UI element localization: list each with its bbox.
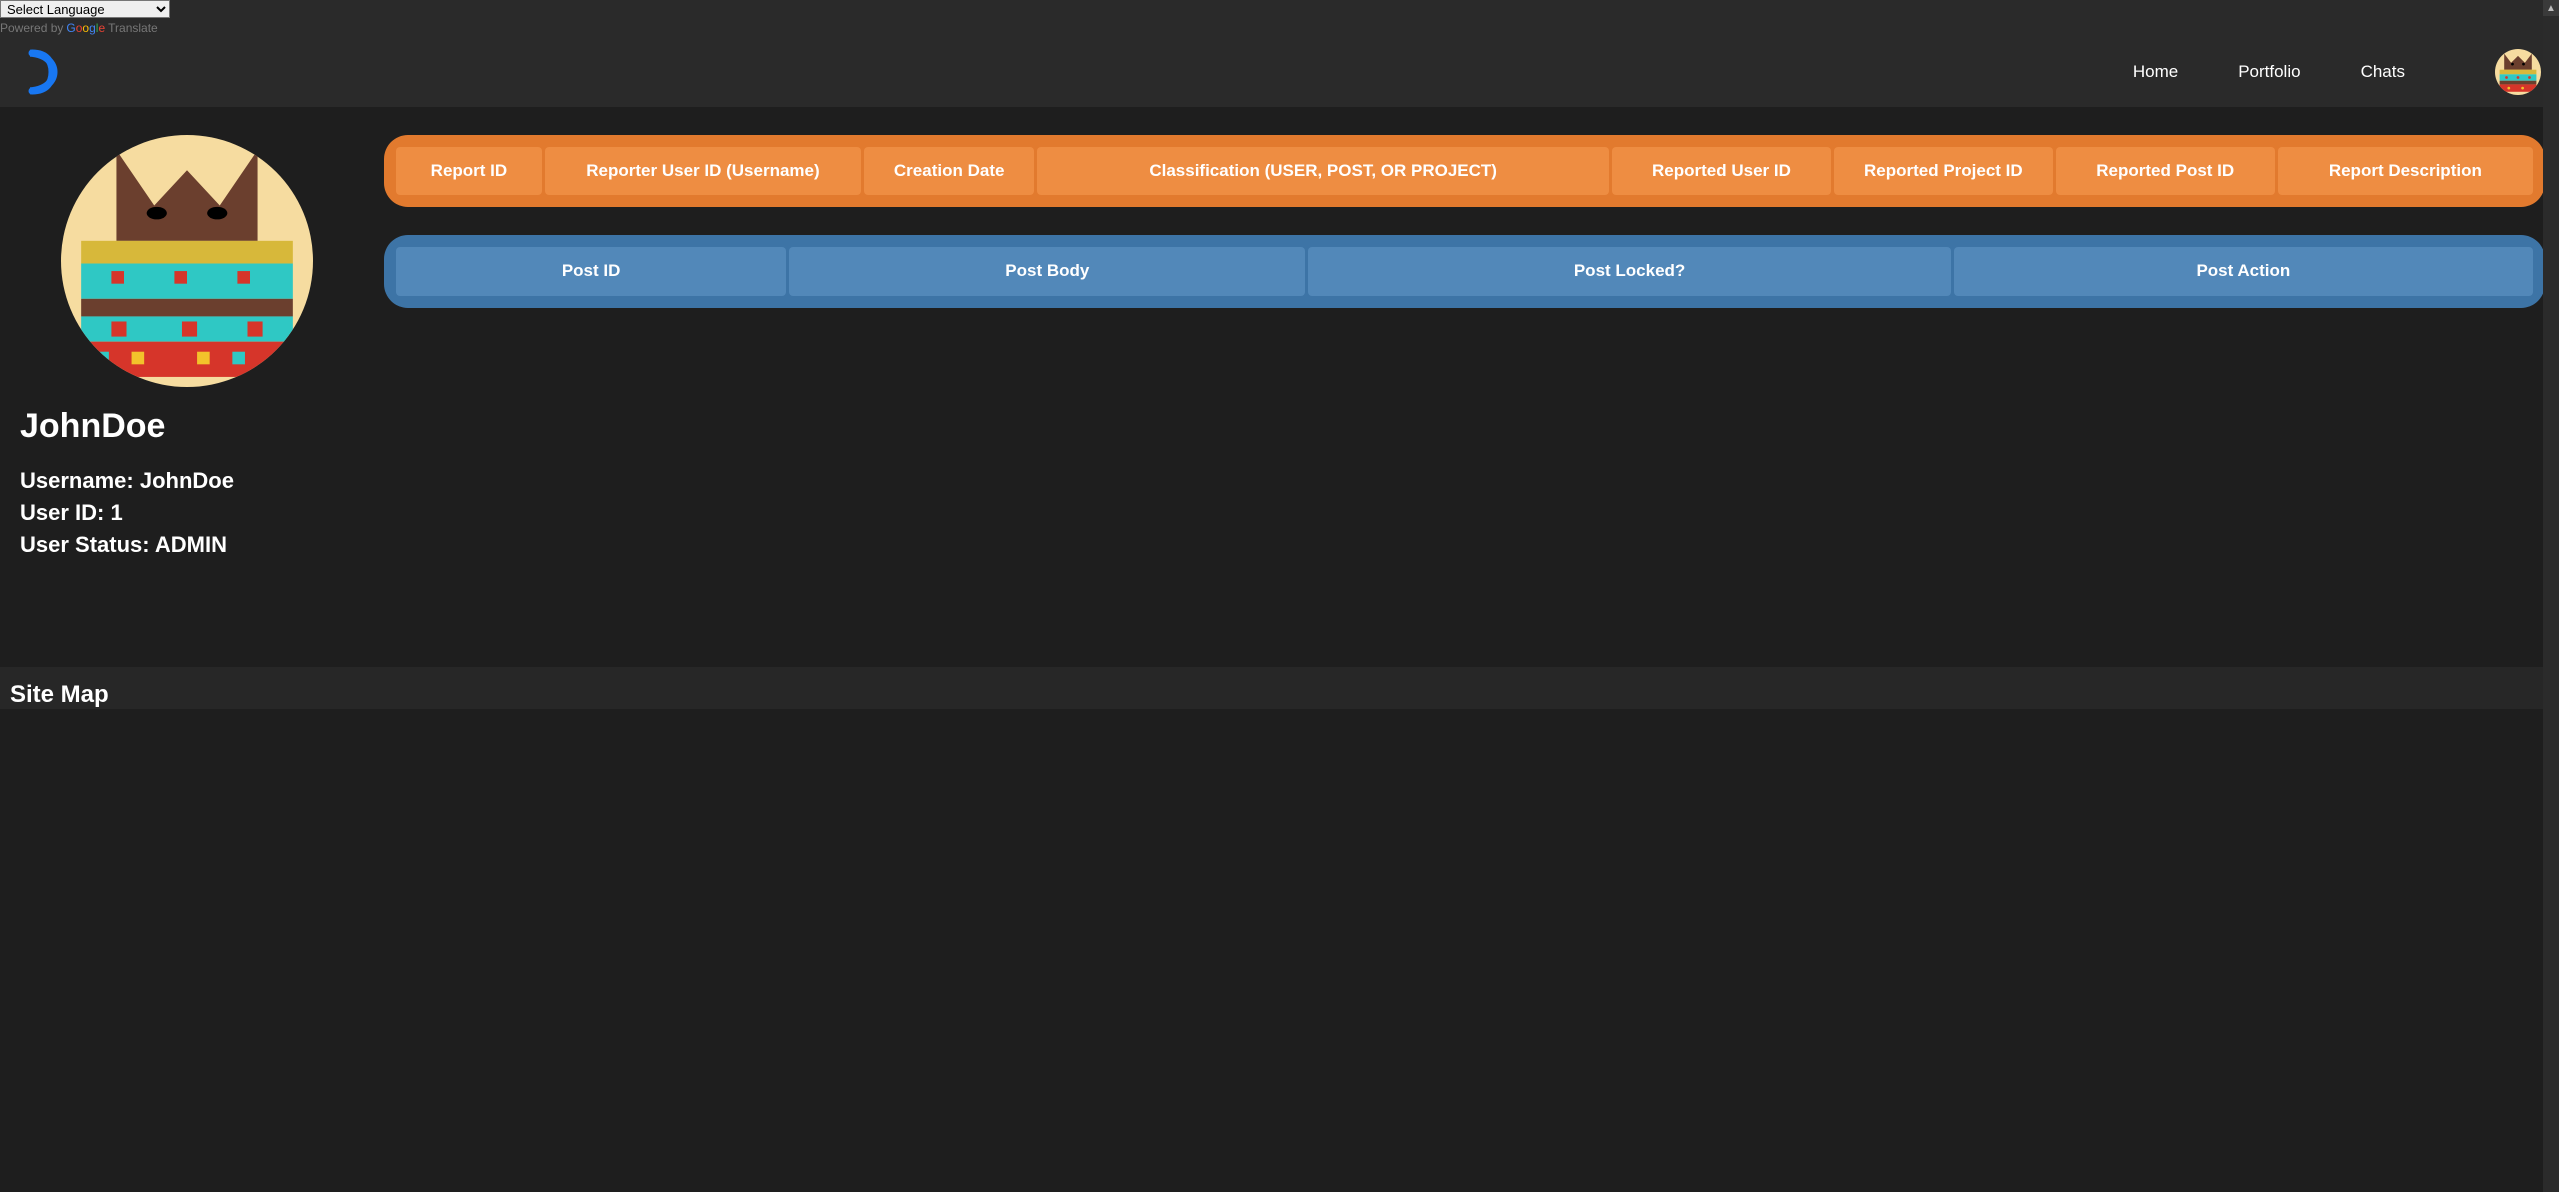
- col-reported-post-id: Reported Post ID: [2056, 147, 2275, 195]
- col-creation-date: Creation Date: [864, 147, 1034, 195]
- tables-column: Report ID Reporter User ID (Username) Cr…: [384, 135, 2545, 627]
- scroll-up-arrow-icon[interactable]: ▲: [2543, 0, 2559, 16]
- profile-user-status: User Status: ADMIN: [20, 532, 354, 558]
- col-post-action: Post Action: [1954, 247, 2533, 295]
- col-post-locked: Post Locked?: [1308, 247, 1950, 295]
- col-post-id: Post ID: [396, 247, 786, 295]
- profile-display-name: JohnDoe: [20, 407, 354, 446]
- header-avatar[interactable]: [2495, 49, 2541, 95]
- profile-avatar: [61, 135, 313, 387]
- reports-panel: Report ID Reporter User ID (Username) Cr…: [384, 135, 2545, 207]
- col-post-body: Post Body: [789, 247, 1305, 295]
- posts-header-row: Post ID Post Body Post Locked? Post Acti…: [396, 247, 2533, 295]
- profile-sidebar: JohnDoe Username: JohnDoe User ID: 1 Use…: [14, 135, 354, 627]
- col-report-id: Report ID: [396, 147, 542, 195]
- profile-username: Username: JohnDoe: [20, 468, 354, 494]
- app-header: Home Portfolio Chats: [0, 37, 2559, 107]
- translate-label: Translate: [108, 21, 158, 35]
- profile-user-id: User ID: 1: [20, 500, 354, 526]
- footer-title: Site Map: [10, 681, 2545, 709]
- language-select[interactable]: Select Language: [0, 0, 170, 18]
- col-reporter-user-id: Reporter User ID (Username): [545, 147, 861, 195]
- translate-bar: Select Language Powered by Google Transl…: [0, 0, 2559, 37]
- google-logo-icon: Google: [66, 21, 105, 35]
- col-classification: Classification (USER, POST, OR PROJECT): [1037, 147, 1609, 195]
- col-reported-user-id: Reported User ID: [1612, 147, 1831, 195]
- avatar-icon: [2495, 49, 2541, 95]
- brand-logo-icon: [18, 49, 58, 95]
- powered-by-line: Powered by Google Translate: [0, 19, 2559, 35]
- nav-chats[interactable]: Chats: [2361, 62, 2405, 82]
- powered-by-text: Powered by: [0, 21, 63, 35]
- primary-nav: Home Portfolio Chats: [2133, 49, 2541, 95]
- nav-home[interactable]: Home: [2133, 62, 2178, 82]
- col-reported-project-id: Reported Project ID: [1834, 147, 2053, 195]
- nav-portfolio[interactable]: Portfolio: [2238, 62, 2300, 82]
- main-content: JohnDoe Username: JohnDoe User ID: 1 Use…: [0, 107, 2559, 667]
- page-footer: Site Map: [0, 667, 2559, 709]
- brand-logo[interactable]: [18, 49, 58, 95]
- col-report-description: Report Description: [2278, 147, 2533, 195]
- vertical-scrollbar[interactable]: ▲: [2543, 0, 2559, 1192]
- profile-avatar-icon: [61, 135, 313, 387]
- reports-header-row: Report ID Reporter User ID (Username) Cr…: [396, 147, 2533, 195]
- posts-panel: Post ID Post Body Post Locked? Post Acti…: [384, 235, 2545, 307]
